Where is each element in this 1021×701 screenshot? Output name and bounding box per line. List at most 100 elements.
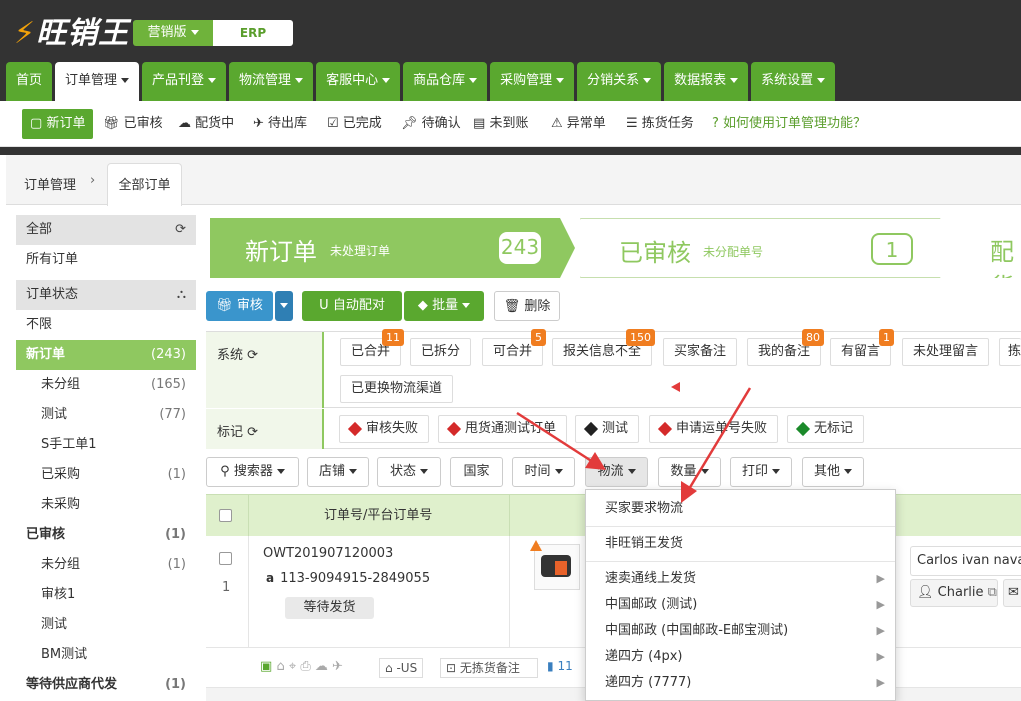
document-icon: ▢ bbox=[30, 116, 43, 131]
chip-no-mark[interactable]: 无标记 bbox=[787, 415, 865, 443]
subnav-allocating[interactable]: ☁ 配货中 bbox=[178, 109, 234, 139]
chip-customs-incomplete[interactable]: 报关信息不全 150 bbox=[552, 329, 656, 366]
sidebar-item-review1[interactable]: 审核1 bbox=[16, 580, 196, 610]
chip-buyer-note[interactable]: 买家备注 bbox=[663, 338, 738, 366]
nav-settings[interactable]: 系统设置 bbox=[751, 62, 836, 101]
subnav-reviewed[interactable]: 🎁︎ 已审核 bbox=[103, 109, 163, 139]
chip-picking[interactable]: 拣 bbox=[999, 338, 1021, 366]
row-checkbox[interactable] bbox=[219, 551, 232, 566]
nav-product-listing[interactable]: 产品刊登 bbox=[142, 62, 227, 101]
column-order-number[interactable]: 订单号/平台订单号 bbox=[324, 495, 432, 537]
nav-distribution[interactable]: 分销关系 bbox=[577, 62, 662, 101]
picking-note[interactable]: ⊡ 无拣货备注 bbox=[440, 658, 538, 678]
book-tag[interactable]: ▮ 11 bbox=[547, 659, 573, 673]
menu-item-china-post-test[interactable]: 中国邮政 (测试) ▶ bbox=[586, 592, 895, 618]
status-filter-button[interactable]: 状态 bbox=[377, 457, 441, 487]
country-filter-button[interactable]: 国家 bbox=[450, 457, 503, 487]
platform-order-number[interactable]: a 113-9094915-2849055 bbox=[266, 571, 430, 586]
sidebar-item-manual-order[interactable]: S手工单1 bbox=[16, 430, 196, 460]
money-icon[interactable]: ▣ bbox=[260, 659, 272, 674]
nav-purchasing[interactable]: 采购管理 bbox=[490, 62, 575, 101]
product-thumbnail[interactable] bbox=[530, 540, 580, 590]
sidebar-item-unlimited[interactable]: 不限 bbox=[16, 310, 196, 340]
select-all-checkbox[interactable] bbox=[219, 495, 232, 537]
sidebar-item-ungrouped[interactable]: 未分组 (165) bbox=[16, 370, 196, 400]
sidebar-item-supplier-dropship[interactable]: 等待供应商代发 (1) bbox=[16, 670, 196, 700]
print-filter-button[interactable]: 打印 bbox=[730, 457, 792, 487]
nav-home[interactable]: 首页 bbox=[6, 62, 53, 101]
subnav-new-order[interactable]: ▢ 新订单 bbox=[22, 109, 94, 139]
sidebar-item-test[interactable]: 测试 (77) bbox=[16, 400, 196, 430]
sidebar-item-not-purchased[interactable]: 未采购 bbox=[16, 490, 196, 520]
menu-item-buyer-requested-logistics[interactable]: 买家要求物流 bbox=[586, 496, 895, 522]
customer-name[interactable]: Carlos ivan navar bbox=[910, 546, 1021, 576]
subnav-picking-task[interactable]: ☰ 拣货任务 bbox=[626, 109, 694, 139]
sidebar-item-bm-test[interactable]: BM测试 bbox=[16, 640, 196, 670]
menu-item-aliexpress-online[interactable]: 速卖通线上发货 ▶ bbox=[586, 566, 895, 592]
chip-test[interactable]: 测试 bbox=[575, 415, 640, 443]
subnav-unpaid[interactable]: ▤ 未到账 bbox=[473, 109, 528, 139]
delete-button[interactable]: 🗑︎ 删除 bbox=[494, 291, 560, 321]
refresh-icon[interactable]: ⟳ bbox=[175, 215, 186, 245]
refresh-icon[interactable]: ⟳ bbox=[247, 348, 258, 363]
auto-match-button[interactable]: U 自动配对 bbox=[302, 291, 402, 321]
country-tag[interactable]: ⌂ -US bbox=[379, 658, 424, 678]
other-filter-button[interactable]: 其他 bbox=[802, 457, 864, 487]
menu-item-4px-7777[interactable]: 递四方 (7777) ▶ bbox=[586, 670, 895, 696]
copy-icon[interactable]: ⧉ bbox=[988, 585, 997, 600]
sidebar-item-all-orders[interactable]: 所有订单 bbox=[16, 245, 196, 275]
sidebar-all-header[interactable]: 全部 ⟳ bbox=[16, 215, 196, 245]
chip-dump-test-order[interactable]: 甩货通测试订单 bbox=[438, 415, 568, 443]
breadcrumb-root[interactable]: 订单管理 bbox=[24, 174, 76, 193]
subnav-abnormal[interactable]: ⚠ 异常单 bbox=[551, 109, 606, 139]
account-badge[interactable]: 👤︎ Charlie ⧉ bbox=[910, 579, 998, 607]
chip-split[interactable]: 已拆分 bbox=[410, 338, 472, 366]
chip-changed-channel[interactable]: 已更换物流渠道 bbox=[340, 375, 454, 403]
edition-selector[interactable]: 营销版 bbox=[133, 20, 213, 46]
erp-button[interactable]: ERP bbox=[213, 20, 293, 46]
funnel-step-allocation[interactable]: 配货 bbox=[970, 218, 1021, 278]
refresh-icon[interactable]: ⟳ bbox=[247, 425, 258, 440]
subnav-help-link[interactable]: ? 如何使用订单管理功能？ bbox=[712, 109, 866, 139]
sitemap-icon[interactable]: ⛬ bbox=[177, 280, 186, 310]
menu-item-non-platform-shipping[interactable]: 非旺销王发货 bbox=[586, 531, 895, 557]
batch-button[interactable]: ◆ 批量 bbox=[404, 291, 484, 321]
sidebar-item-purchased[interactable]: 已采购 (1) bbox=[16, 460, 196, 490]
funnel-step-reviewed[interactable]: 已审核 未分配单号 1 bbox=[580, 218, 958, 278]
nav-warehouse[interactable]: 商品仓库 bbox=[403, 62, 488, 101]
subnav-to-confirm[interactable]: 📌︎ 待确认 bbox=[401, 109, 461, 139]
nav-logistics[interactable]: 物流管理 bbox=[229, 62, 314, 101]
sidebar-item-new-order[interactable]: 新订单 (243) bbox=[16, 340, 196, 370]
chip-merged[interactable]: 已合并 11 bbox=[340, 329, 405, 366]
search-tool-button[interactable]: ⚲ 搜索器 bbox=[206, 457, 299, 487]
brand-logo[interactable]: ⚡旺销王 bbox=[14, 8, 129, 52]
nav-order-management[interactable]: 订单管理 bbox=[55, 62, 140, 101]
store-filter-button[interactable]: 店铺 bbox=[307, 457, 369, 487]
sidebar-item-reviewed[interactable]: 已审核 (1) bbox=[16, 520, 196, 550]
sidebar-item-reviewed-ungrouped[interactable]: 未分组 (1) bbox=[16, 550, 196, 580]
subnav-completed[interactable]: ☑ 已完成 bbox=[327, 109, 382, 139]
nav-customer-service[interactable]: 客服中心 bbox=[316, 62, 401, 101]
magnet-icon: U bbox=[319, 298, 329, 313]
chip-review-failed[interactable]: 审核失败 bbox=[339, 415, 430, 443]
chip-unhandled-message[interactable]: 未处理留言 bbox=[902, 338, 990, 366]
sidebar-item-reviewed-test[interactable]: 测试 bbox=[16, 610, 196, 640]
chip-mergeable[interactable]: 可合并 5 bbox=[482, 329, 547, 366]
menu-item-china-post-eub-test[interactable]: 中国邮政 (中国邮政-E邮宝测试) ▶ bbox=[586, 618, 895, 644]
mail-icon[interactable]: ✉ bbox=[1003, 579, 1021, 607]
funnel-step-new-order[interactable]: 新订单 未处理订单 243 bbox=[210, 218, 575, 278]
tab-all-orders[interactable]: 全部订单 bbox=[107, 163, 182, 206]
subnav-pending-outbound[interactable]: ✈ 待出库 bbox=[253, 109, 307, 139]
chevron-down-icon bbox=[643, 78, 652, 83]
chip-has-message[interactable]: 有留言 1 bbox=[830, 329, 895, 366]
chip-my-note[interactable]: 我的备注 80 bbox=[747, 329, 825, 366]
review-dropdown-button[interactable] bbox=[275, 291, 293, 321]
chip-waybill-failed[interactable]: 申请运单号失败 bbox=[649, 415, 779, 443]
time-filter-button[interactable]: 时间 bbox=[512, 457, 575, 487]
logistics-filter-button[interactable]: 物流 bbox=[585, 457, 648, 487]
nav-reports[interactable]: 数据报表 bbox=[664, 62, 749, 101]
quantity-filter-button[interactable]: 数量 bbox=[658, 457, 721, 487]
order-number[interactable]: OWT201907120003 bbox=[263, 546, 393, 561]
menu-item-4px[interactable]: 递四方 (4px) ▶ bbox=[586, 644, 895, 670]
review-button[interactable]: 🎁︎ 审核 bbox=[206, 291, 273, 321]
